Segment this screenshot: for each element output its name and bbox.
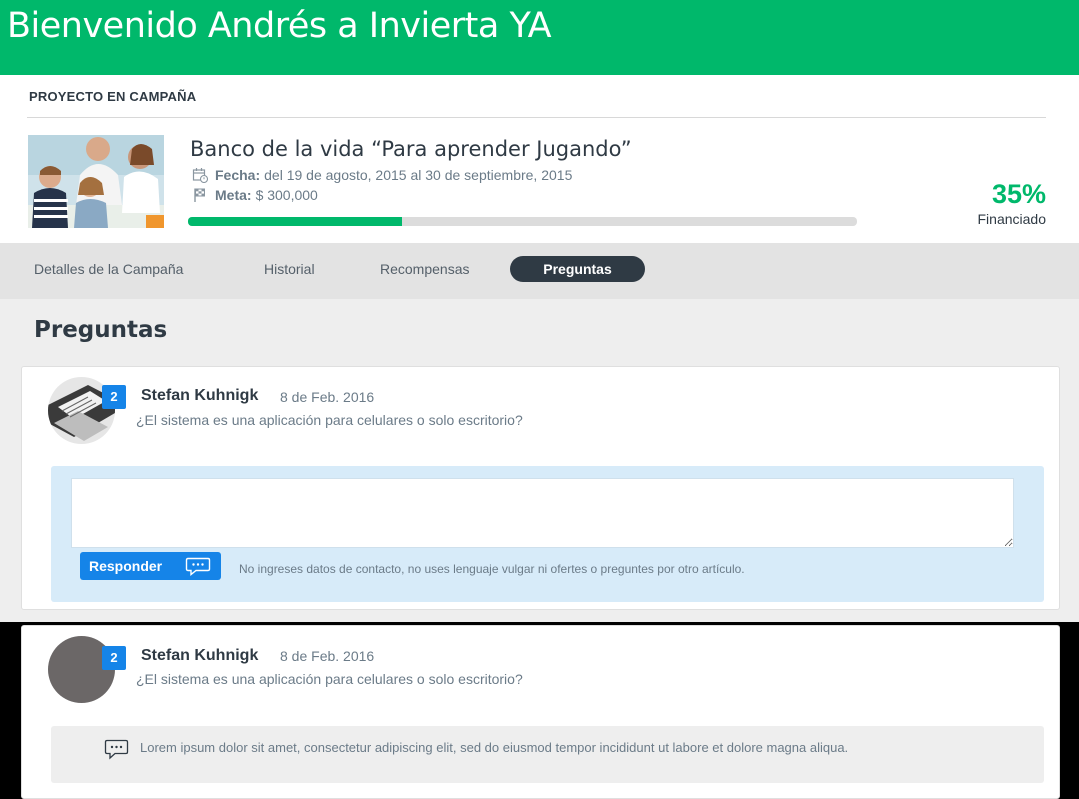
funding-progress-bar — [188, 217, 857, 226]
tab-recompensas[interactable]: Recompensas — [380, 256, 470, 282]
question-text: ¿El sistema es una aplicación para celul… — [136, 671, 523, 687]
question-author[interactable]: Stefan Kuhnigk — [141, 387, 258, 405]
questions-section: Preguntas 2 Stefan Kuhnigk 8 de Feb. 201… — [0, 299, 1079, 622]
page-title: Preguntas — [34, 317, 168, 343]
question-count-badge: 2 — [102, 646, 126, 670]
funded-percent: 35% — [991, 179, 1046, 209]
flag-icon — [192, 187, 208, 203]
chat-bubble-icon — [104, 739, 129, 760]
page-header: Bienvenido Andrés a Invierta YA — [0, 0, 1079, 75]
meta-label: Meta: — [215, 187, 252, 203]
reply-button[interactable]: Responder — [80, 552, 221, 580]
question-author[interactable]: Stefan Kuhnigk — [141, 647, 258, 665]
fecha-value: del 19 de agosto, 2015 al 30 de septiemb… — [264, 167, 573, 183]
calendar-icon — [192, 167, 209, 184]
question-date: 8 de Feb. 2016 — [280, 648, 375, 664]
tab-historial[interactable]: Historial — [264, 256, 315, 282]
section-label: PROYECTO EN CAMPAÑA — [29, 89, 197, 104]
fecha-label: Fecha: — [215, 167, 261, 183]
welcome-title: Bienvenido Andrés a Invierta YA — [7, 6, 552, 46]
project-image — [28, 135, 164, 228]
funded-label: Financiado — [977, 211, 1047, 227]
project-goal-row: Meta: $ 300,000 — [192, 187, 318, 203]
reply-button-label: Responder — [89, 558, 163, 574]
question-date: 8 de Feb. 2016 — [280, 389, 375, 405]
tab-preguntas[interactable]: Preguntas — [510, 256, 645, 282]
reply-input[interactable] — [71, 478, 1014, 548]
divider — [27, 117, 1046, 118]
answer-box: Lorem ipsum dolor sit amet, consectetur … — [51, 726, 1044, 783]
project-title: Banco de la vida “Para aprender Jugando” — [190, 137, 632, 161]
answer-text: Lorem ipsum dolor sit amet, consectetur … — [140, 740, 849, 755]
meta-value: $ 300,000 — [255, 187, 318, 203]
question-card: 2 Stefan Kuhnigk 8 de Feb. 2016 ¿El sist… — [21, 366, 1060, 610]
question-card: 2 Stefan Kuhnigk 8 de Feb. 2016 ¿El sist… — [21, 625, 1060, 799]
project-card: PROYECTO EN CAMPAÑA Banco de la vida “Pa… — [0, 75, 1079, 243]
chat-bubble-icon — [185, 557, 211, 576]
campaign-tabs: Detalles de la Campaña Historial Recompe… — [0, 243, 1079, 299]
funding-progress-fill — [188, 217, 403, 226]
question-text: ¿El sistema es una aplicación para celul… — [136, 412, 523, 428]
question-count-badge: 2 — [102, 385, 126, 409]
project-date-row: Fecha: del 19 de agosto, 2015 al 30 de s… — [192, 167, 573, 184]
reply-box: Responder No ingreses datos de contacto,… — [51, 466, 1044, 602]
tab-detalles[interactable]: Detalles de la Campaña — [34, 256, 183, 282]
reply-hint: No ingreses datos de contacto, no uses l… — [239, 562, 745, 576]
